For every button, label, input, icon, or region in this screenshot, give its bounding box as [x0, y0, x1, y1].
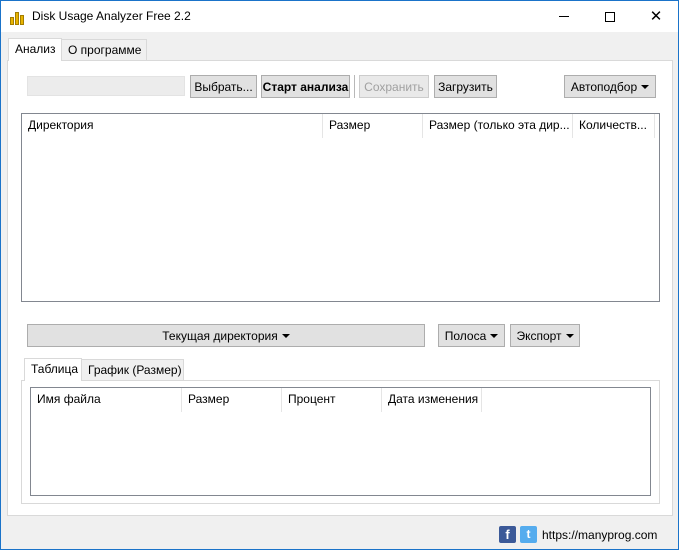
tab-analysis-label: Анализ	[15, 42, 56, 56]
maximize-button[interactable]	[587, 1, 633, 32]
close-button[interactable]: ✕	[633, 1, 679, 32]
directory-table-header: Директория Размер Размер (только эта дир…	[22, 114, 655, 138]
chevron-down-icon	[281, 333, 290, 338]
bar-dropdown[interactable]: Полоса	[438, 324, 505, 347]
export-dropdown[interactable]: Экспорт	[510, 324, 580, 347]
load-button-label: Загрузить	[438, 79, 493, 94]
directory-table[interactable]: Директория Размер Размер (только эта дир…	[21, 113, 660, 302]
tab-chart-size-label: График (Размер)	[88, 363, 182, 377]
autofit-label: Автоподбор	[570, 79, 638, 94]
chevron-down-icon	[641, 84, 650, 89]
window-title: Disk Usage Analyzer Free 2.2	[32, 9, 191, 23]
file-table[interactable]: Имя файла Размер Процент Дата изменения	[30, 387, 651, 496]
website-link[interactable]: https://manyprog.com	[542, 528, 657, 542]
minimize-icon	[559, 16, 569, 17]
bar-dropdown-label: Полоса	[444, 328, 487, 343]
app-window: Disk Usage Analyzer Free 2.2 ✕ Анализ О …	[0, 0, 679, 550]
column-header-file-size[interactable]: Размер	[182, 388, 282, 412]
column-header-directory[interactable]: Директория	[22, 114, 323, 138]
tab-about[interactable]: О программе	[61, 39, 147, 61]
title-bar[interactable]: Disk Usage Analyzer Free 2.2 ✕	[1, 1, 678, 32]
current-directory-dropdown[interactable]: Текущая директория	[27, 324, 425, 347]
tab-chart-size[interactable]: График (Размер)	[81, 359, 184, 381]
toolbar-separator	[354, 75, 355, 98]
start-analysis-button[interactable]: Старт анализа	[261, 75, 350, 98]
chevron-down-icon	[565, 333, 574, 338]
path-input[interactable]	[27, 76, 185, 96]
column-header-size[interactable]: Размер	[323, 114, 423, 138]
column-header-size-own[interactable]: Размер (только эта дир...	[423, 114, 573, 138]
autofit-dropdown[interactable]: Автоподбор	[564, 75, 656, 98]
browse-button[interactable]: Выбрать...	[190, 75, 257, 98]
column-header-percent[interactable]: Процент	[282, 388, 382, 412]
close-icon: ✕	[649, 8, 663, 25]
export-dropdown-label: Экспорт	[516, 328, 562, 343]
column-header-count[interactable]: Количеств...	[573, 114, 655, 138]
current-directory-label: Текущая директория	[162, 328, 278, 343]
tab-about-label: О программе	[68, 43, 142, 57]
minimize-button[interactable]	[541, 1, 587, 32]
column-header-modified[interactable]: Дата изменения	[382, 388, 482, 412]
app-icon	[9, 9, 25, 25]
tab-table-label: Таблица	[31, 362, 79, 376]
load-button[interactable]: Загрузить	[434, 75, 497, 98]
column-header-file-name[interactable]: Имя файла	[31, 388, 182, 412]
browse-button-label: Выбрать...	[194, 79, 253, 94]
facebook-icon[interactable]: f	[499, 526, 516, 543]
save-button[interactable]: Сохранить	[359, 75, 429, 98]
tab-table[interactable]: Таблица	[24, 358, 82, 381]
twitter-icon[interactable]: t	[520, 526, 537, 543]
save-button-label: Сохранить	[364, 79, 424, 94]
start-analysis-label: Старт анализа	[262, 79, 349, 94]
maximize-icon	[605, 11, 615, 22]
chevron-down-icon	[490, 333, 499, 338]
tab-analysis[interactable]: Анализ	[8, 38, 62, 61]
file-table-header: Имя файла Размер Процент Дата изменения	[31, 388, 482, 412]
